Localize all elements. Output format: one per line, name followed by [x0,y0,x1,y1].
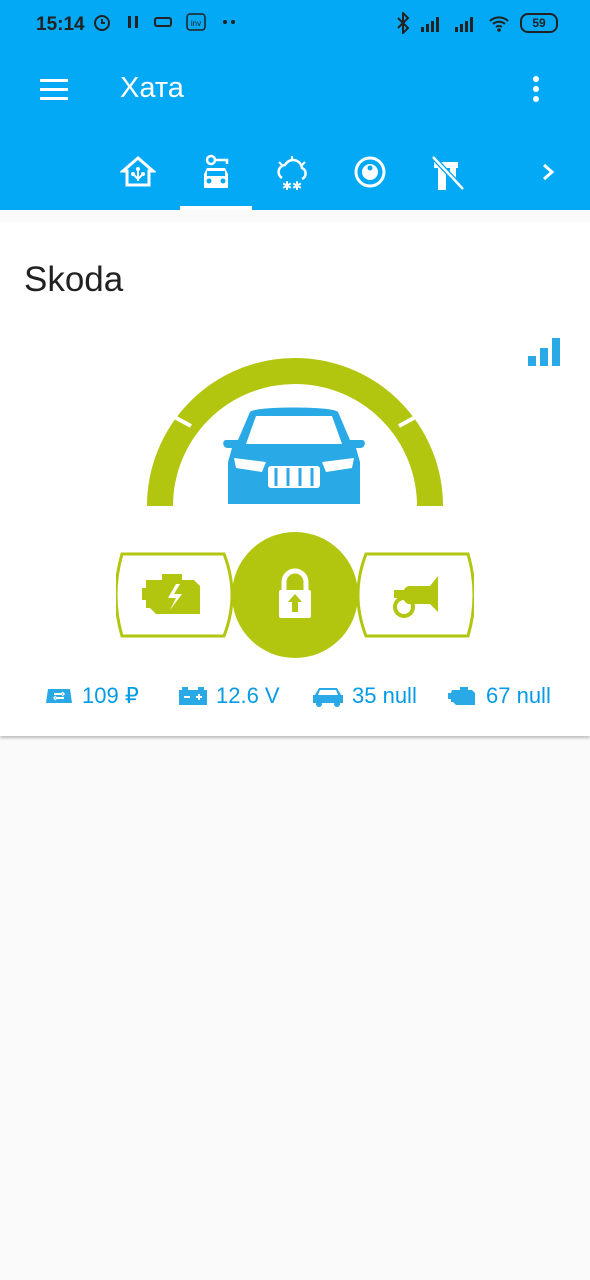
tab-car[interactable] [180,150,252,210]
lock-button[interactable] [232,532,358,658]
stat-battery[interactable]: 12.6 V [178,674,280,718]
card-title: Skoda [24,260,124,299]
menu-icon[interactable] [38,76,70,104]
stat-engine-temp[interactable]: 67 null [446,674,551,718]
car-icon [223,407,365,504]
signal-cellular-icon [528,338,560,366]
weather-snowy-icon: ✱✱ [277,156,307,193]
tab-indicator [180,206,252,210]
tab-home[interactable] [102,150,174,210]
wifi-icon [489,16,509,32]
home-automation-icon [120,156,156,187]
stat-battery-value: 12.6 V [216,683,280,708]
engine-start-button[interactable] [116,552,236,638]
status-time: 15:14 [36,14,85,35]
signal-icon [455,17,473,32]
balance-icon [46,689,72,703]
water-pump-off-icon [430,154,466,192]
svg-text:inv: inv [191,19,201,28]
stat-balance[interactable]: 109 ₽ [44,674,139,718]
tab-bar: ✱✱ [0,150,590,210]
horn-button[interactable] [354,552,474,638]
status-left-icons: inv [92,12,238,32]
alarm-icon [94,15,110,31]
lock-icon [279,568,311,618]
tab-weather[interactable]: ✱✱ [256,150,328,210]
engine-temp-icon [448,687,475,705]
car-battery-icon [179,687,207,705]
stat-car-temp-value: 35 null [352,683,417,708]
status-right-icons: 59 [396,12,558,34]
car-key-icon [204,154,229,188]
horn-icon [393,576,438,618]
bluetooth-icon [397,12,410,34]
tab-pump[interactable] [412,150,484,210]
chevron-right-icon [543,163,555,181]
more-vert-icon[interactable] [524,74,548,106]
battery-icon: 59 [520,13,558,33]
stat-balance-value: 109 ₽ [82,683,139,708]
dots-icon [223,20,235,24]
car-temp-icon [313,688,343,707]
tab-vacuum[interactable] [334,150,406,210]
car-card: Skoda 109 ₽ 12.6 V 35 null 67 null [0,222,590,736]
robot-vacuum-icon [354,156,386,188]
notification-icon [154,17,172,27]
inv-icon: inv [186,13,206,31]
status-bar: 15:14 inv 59 [0,0,590,52]
tab-next[interactable] [512,150,584,210]
stat-engine-temp-value: 67 null [486,683,551,708]
svg-text:✱✱: ✱✱ [282,179,302,193]
app-header: 15:14 inv 59 Хата ✱✱ [0,0,590,210]
page-title: Хата [120,72,184,104]
stat-car-temp[interactable]: 35 null [312,674,417,718]
pause-icon [128,16,138,28]
engine-start-icon [142,574,200,614]
signal-icon [421,17,439,32]
stats-row: 109 ₽ 12.6 V 35 null 67 null [0,674,590,718]
